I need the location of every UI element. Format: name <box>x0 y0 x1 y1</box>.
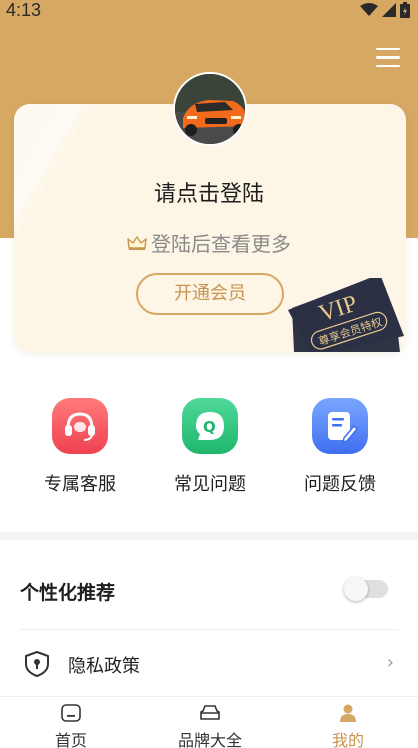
vip-badge[interactable]: VIP 尊享会员特权 <box>288 278 404 352</box>
svg-text:Q: Q <box>203 418 216 436</box>
tab-mine[interactable]: 我的 <box>298 703 398 748</box>
quick-actions: 专属客服 Q 常见问题 问题反馈 <box>0 398 418 508</box>
customer-service-button[interactable]: 专属客服 <box>25 398 135 496</box>
open-vip-button[interactable]: 开通会员 <box>136 273 284 315</box>
login-prompt[interactable]: 请点击登陆 <box>0 176 418 208</box>
toggle-knob <box>344 577 368 601</box>
privacy-label: 隐私政策 <box>68 656 140 677</box>
user-icon <box>340 704 356 722</box>
status-icons <box>360 2 410 18</box>
status-time: 4:13 <box>6 0 42 20</box>
quick-icon-bg: Q <box>182 398 238 454</box>
quick-action-label: 专属客服 <box>44 474 116 495</box>
menu-icon[interactable] <box>376 48 400 70</box>
crown-icon <box>127 235 147 250</box>
car-icon <box>200 705 220 720</box>
login-subtitle-text: 登陆后查看更多 <box>151 232 291 256</box>
feedback-edit-icon <box>328 412 359 444</box>
privacy-policy-row[interactable]: 隐私政策 › <box>0 632 418 694</box>
tab-home[interactable]: 首页 <box>21 703 121 748</box>
headset-icon <box>65 412 95 441</box>
tab-label: 品牌大全 <box>177 731 242 748</box>
faq-button[interactable]: Q 常见问题 <box>155 398 265 496</box>
chat-q-icon: Q <box>196 412 224 440</box>
row-divider <box>20 629 398 630</box>
chevron-right-icon: › <box>386 652 394 673</box>
status-bar: 4:13 <box>0 0 418 24</box>
quick-action-label: 问题反馈 <box>304 474 376 495</box>
feedback-button[interactable]: 问题反馈 <box>285 398 395 496</box>
recommend-toggle[interactable] <box>344 577 388 601</box>
section-divider <box>0 532 418 540</box>
personalized-recommend-row: 个性化推荐 <box>0 560 418 620</box>
quick-icon-bg <box>52 398 108 454</box>
tab-label: 首页 <box>54 731 87 748</box>
wifi-icon <box>360 3 378 16</box>
recommend-label: 个性化推荐 <box>20 582 116 604</box>
login-subtitle: 登陆后查看更多 <box>0 228 418 257</box>
bottom-tab-bar: 首页 品牌大全 我的 <box>0 696 418 748</box>
home-icon <box>61 704 81 722</box>
battery-icon <box>400 2 410 18</box>
avatar[interactable] <box>173 72 247 146</box>
quick-icon-bg <box>312 398 368 454</box>
signal-icon <box>382 3 396 17</box>
shield-icon <box>25 651 49 677</box>
quick-action-label: 常见问题 <box>174 474 246 495</box>
tab-brands[interactable]: 品牌大全 <box>160 703 260 748</box>
tab-label: 我的 <box>331 731 364 748</box>
